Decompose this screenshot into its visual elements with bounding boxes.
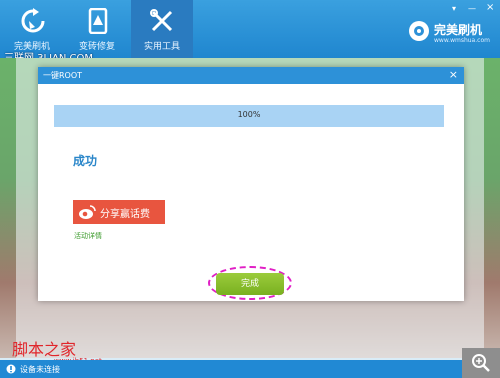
phone-warning-icon	[88, 8, 108, 34]
window-close-button[interactable]: ×	[486, 2, 494, 13]
progress-bar: 100%	[54, 105, 444, 127]
share-weibo-button[interactable]: 分享赢话费	[73, 200, 165, 224]
dialog-titlebar: 一键ROOT ×	[38, 67, 464, 84]
zoom-icon	[472, 354, 490, 372]
done-button[interactable]: 完成	[216, 273, 284, 295]
brand-name: 完美刷机	[434, 23, 483, 37]
menu-dropdown-icon[interactable]: ▾	[452, 4, 456, 13]
tools-icon	[150, 9, 173, 32]
share-button-label: 分享赢话费	[100, 209, 150, 220]
device-status-text: 设备未连接	[20, 365, 60, 374]
root-dialog: 一键ROOT × 100% 成功 分享赢话费 活动详情 完成	[38, 67, 464, 301]
weibo-icon	[79, 205, 96, 219]
activity-details-link[interactable]: 活动详情	[74, 231, 102, 241]
brand-logo-icon	[409, 21, 429, 41]
refresh-icon	[21, 8, 45, 33]
nav-tools-label: 实用工具	[143, 42, 180, 52]
device-status-icon	[6, 364, 16, 374]
dialog-title: 一键ROOT	[43, 71, 83, 80]
brand-url: www.wmshua.com	[434, 37, 490, 44]
brand: 完美刷机 www.wmshua.com	[408, 20, 498, 50]
dialog-close-button[interactable]: ×	[449, 68, 458, 81]
status-text: 成功	[73, 154, 98, 168]
zoom-button[interactable]	[462, 348, 500, 378]
status-bar: 设备未连接	[0, 360, 500, 378]
nav-tools-button[interactable]: 实用工具	[131, 0, 193, 58]
minimize-button[interactable]: —	[468, 4, 476, 13]
progress-text: 100%	[237, 110, 261, 119]
